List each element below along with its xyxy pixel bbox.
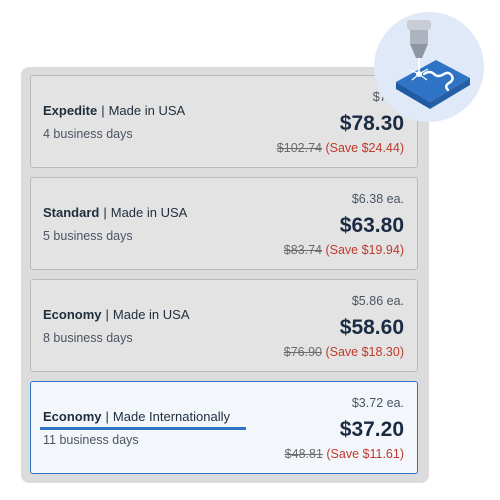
option-unit-price: $6.38 ea. — [351, 192, 404, 206]
option-title: Economy | Made in USA — [43, 307, 190, 322]
option-original-price: $48.81 (Save $11.61) — [284, 447, 404, 461]
option-lead-time: 8 business days — [43, 331, 133, 345]
option-standard[interactable]: Standard | Made in USA 5 business days $6.… — [30, 177, 418, 270]
option-title: Standard | Made in USA — [43, 205, 188, 220]
option-lead-time: 5 business days — [43, 229, 133, 243]
option-original-price: $76.90 (Save $18.30) — [283, 345, 404, 359]
option-total-price: $58.60 — [339, 316, 404, 339]
option-original-price: $83.74 (Save $19.94) — [283, 243, 404, 257]
option-economy-international[interactable]: Economy | Made Internationally 11 business… — [30, 381, 418, 474]
option-total-price: $63.80 — [339, 214, 404, 237]
option-unit-price: $3.72 ea. — [351, 396, 404, 410]
option-total-price: $37.20 — [339, 418, 404, 441]
option-lead-time: 11 business days — [43, 433, 139, 447]
option-lead-time: 4 business days — [43, 127, 133, 141]
option-economy-usa[interactable]: Economy | Made in USA 8 business days $5.8… — [30, 279, 418, 372]
option-title: Economy | Made Internationally — [43, 409, 230, 424]
option-title: Expedite | Made in USA — [43, 103, 186, 118]
selected-underline — [40, 427, 246, 430]
option-original-price: $102.74 (Save $24.44) — [276, 141, 404, 155]
option-expedite[interactable]: Expedite|Made in USA 4 business days $7.… — [30, 75, 418, 168]
laser-cutter-icon — [374, 12, 484, 122]
option-unit-price: $5.86 ea. — [351, 294, 404, 308]
